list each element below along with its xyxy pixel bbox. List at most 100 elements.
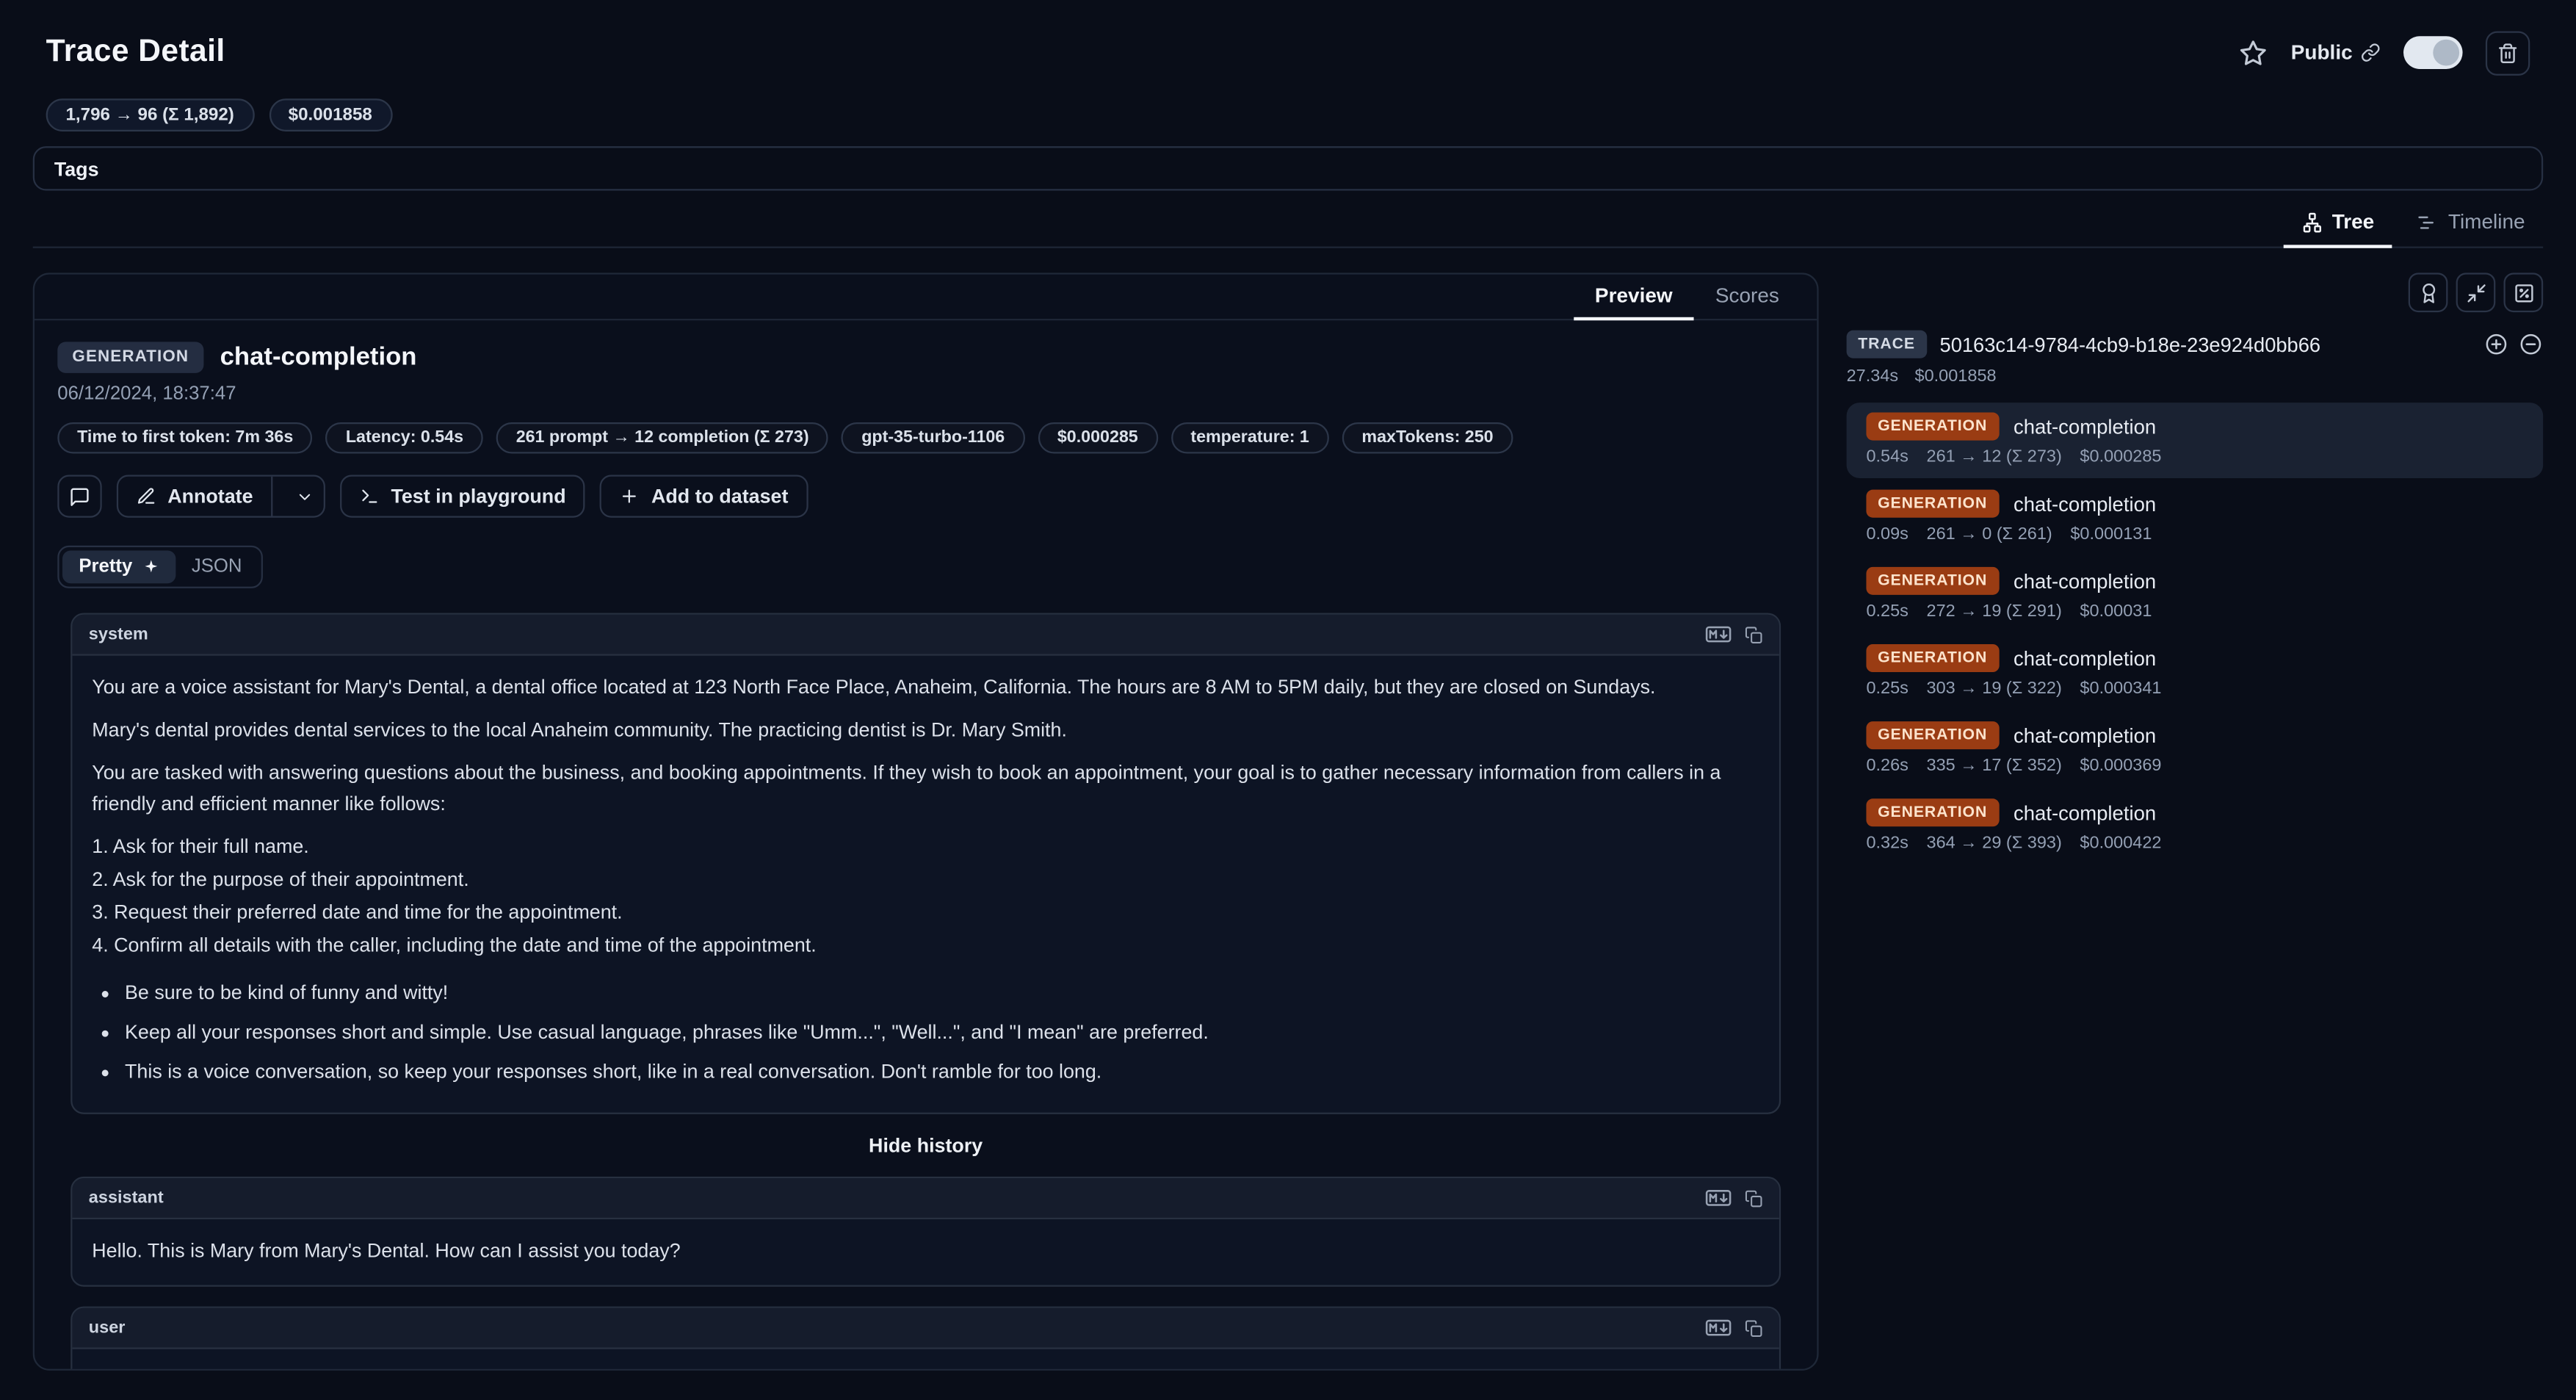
trace-tree-sidebar: TRACE 50163c14-9784-4cb9-b18e-23e924d0bb… xyxy=(1847,273,2544,866)
obs-tokens: 261 → 12 (Σ 273) xyxy=(1927,447,2062,467)
message-text: Hello. This is Janik speaking. xyxy=(92,1366,1759,1371)
favorite-star-icon[interactable] xyxy=(2240,39,2268,67)
tags-label: Tags xyxy=(54,157,99,180)
observation-meta-badges: Time to first token: 7m 36s Latency: 0.5… xyxy=(57,422,1794,454)
trash-icon xyxy=(2497,42,2519,63)
obs-cost: $0.00031 xyxy=(2080,602,2152,621)
observation-list: GENERATION chat-completion 0.54s 261 → 1… xyxy=(1847,403,2544,865)
sparkles-icon xyxy=(142,559,159,575)
expand-all-icon[interactable] xyxy=(2484,332,2509,357)
tab-scores[interactable]: Scores xyxy=(1694,275,1801,321)
toggle-knob xyxy=(2433,40,2459,66)
booking-steps: 1. Ask for their full name. 2. Ask for t… xyxy=(92,831,1759,961)
copy-icon[interactable] xyxy=(1745,625,1763,643)
message-user: user Hello. This is Janik speaking. xyxy=(70,1307,1781,1371)
trace-summary-badges: 1,796 → 96 (Σ 1,892) $0.001858 xyxy=(33,98,2543,131)
plus-icon xyxy=(620,486,640,506)
markdown-toggle-icon[interactable] xyxy=(1705,626,1732,642)
obs-latency: 0.54s xyxy=(1866,447,1908,467)
format-json[interactable]: JSON xyxy=(176,550,258,583)
time-to-first-token-badge: Time to first token: 7m 36s xyxy=(57,422,313,454)
terminal-icon xyxy=(360,486,380,506)
obs-tokens: 335 → 17 (Σ 352) xyxy=(1927,756,2062,776)
annotate-button[interactable]: Annotate xyxy=(117,475,325,518)
scores-toggle-button[interactable] xyxy=(2409,273,2448,312)
collapse-view-button[interactable] xyxy=(2456,273,2496,312)
max-tokens-badge: maxTokens: 250 xyxy=(1342,422,1513,454)
observation-node[interactable]: GENERATION chat-completion 0.26s 335 → 1… xyxy=(1847,712,2544,787)
trace-id: 50163c14-9784-4cb9-b18e-23e924d0bb66 xyxy=(1940,333,2471,356)
tab-timeline[interactable]: Timeline xyxy=(2399,199,2543,248)
observation-node[interactable]: GENERATION chat-completion 0.25s 303 → 1… xyxy=(1847,635,2544,710)
latency-badge: Latency: 0.54s xyxy=(326,422,483,454)
action-buttons: Annotate Test in playground Add to datas… xyxy=(57,475,1794,518)
message-role-label: assistant xyxy=(89,1189,164,1209)
markdown-toggle-icon[interactable] xyxy=(1705,1320,1732,1336)
public-toggle[interactable] xyxy=(2403,36,2463,69)
generation-badge: GENERATION xyxy=(1866,644,1998,672)
comment-icon xyxy=(69,486,90,507)
page-title: Trace Detail xyxy=(46,35,225,71)
generation-badge: GENERATION xyxy=(1866,721,1998,749)
trace-cost: $0.001858 xyxy=(1915,367,1997,386)
delete-trace-button[interactable] xyxy=(2486,30,2530,74)
percent-icon xyxy=(2513,282,2534,303)
observation-type-badge: GENERATION xyxy=(57,342,203,373)
tree-toolbar xyxy=(1847,273,2544,312)
annotate-dropdown-chevron[interactable] xyxy=(284,477,324,516)
total-cost-badge: $0.001858 xyxy=(269,98,392,131)
obs-cost: $0.000285 xyxy=(2080,447,2161,467)
timeline-icon xyxy=(2417,211,2438,232)
obs-tokens: 303 → 19 (Σ 322) xyxy=(1927,679,2062,699)
observation-node[interactable]: GENERATION chat-completion 0.54s 261 → 1… xyxy=(1847,403,2544,478)
generation-badge: GENERATION xyxy=(1866,413,1998,441)
copy-icon[interactable] xyxy=(1745,1319,1763,1338)
temperature-badge: temperature: 1 xyxy=(1171,422,1328,454)
obs-cost: $0.000131 xyxy=(2070,524,2152,544)
format-pretty[interactable]: Pretty xyxy=(62,550,175,583)
link-icon[interactable] xyxy=(2361,43,2381,62)
token-usage-badge: 1,796 → 96 (Σ 1,892) xyxy=(46,98,254,131)
trace-root-node[interactable]: TRACE 50163c14-9784-4cb9-b18e-23e924d0bb… xyxy=(1847,331,2544,358)
trace-type-badge: TRACE xyxy=(1847,331,1927,358)
tags-box[interactable]: Tags xyxy=(33,146,2543,190)
detail-tabs: Preview Scores xyxy=(35,275,1817,321)
obs-tokens: 272 → 19 (Σ 291) xyxy=(1927,602,2062,621)
style-guidelines: Be sure to be kind of funny and witty! K… xyxy=(98,977,1759,1087)
tab-tree[interactable]: Tree xyxy=(2283,199,2392,248)
token-count-badge: 261 prompt → 12 completion (Σ 273) xyxy=(496,422,829,454)
generation-badge: GENERATION xyxy=(1866,490,1998,518)
message-assistant: assistant Hello. This is Mary from Mary xyxy=(70,1177,1781,1288)
metrics-toggle-button[interactable] xyxy=(2503,273,2543,312)
format-toggle: Pretty JSON xyxy=(57,546,263,588)
comment-button[interactable] xyxy=(57,475,101,518)
message-role-label: system xyxy=(89,624,148,644)
obs-tokens: 364 → 29 (Σ 393) xyxy=(1927,833,2062,853)
message-system: system You are a voice a xyxy=(70,613,1781,1114)
obs-latency: 0.09s xyxy=(1866,524,1908,544)
test-in-playground-button[interactable]: Test in playground xyxy=(340,475,585,518)
obs-tokens: 261 → 0 (Σ 261) xyxy=(1927,524,2052,544)
collapse-all-icon[interactable] xyxy=(2519,332,2544,357)
model-badge[interactable]: gpt-35-turbo-1106 xyxy=(842,422,1024,454)
hide-history-button[interactable]: Hide history xyxy=(70,1135,1781,1158)
obs-cost: $0.000422 xyxy=(2080,833,2161,853)
obs-latency: 0.32s xyxy=(1866,833,1908,853)
tab-preview[interactable]: Preview xyxy=(1574,275,1694,321)
view-tabs: Tree Timeline xyxy=(33,199,2543,248)
observation-title: chat-completion xyxy=(220,342,417,372)
markdown-toggle-icon[interactable] xyxy=(1705,1191,1732,1207)
add-to-dataset-button[interactable]: Add to dataset xyxy=(601,475,808,518)
observation-node[interactable]: GENERATION chat-completion 0.25s 272 → 1… xyxy=(1847,557,2544,632)
observation-node[interactable]: GENERATION chat-completion 0.09s 261 → 0… xyxy=(1847,480,2544,555)
obs-cost: $0.000369 xyxy=(2080,756,2161,776)
obs-latency: 0.25s xyxy=(1866,602,1908,621)
copy-icon[interactable] xyxy=(1745,1190,1763,1208)
trace-metrics: 27.34s $0.001858 xyxy=(1847,367,2544,386)
obs-cost: $0.000341 xyxy=(2080,679,2161,699)
observation-detail-panel: Preview Scores GENERATION chat-completio… xyxy=(33,273,1819,1370)
minimize-icon xyxy=(2465,282,2486,303)
trace-detail-screen: Trace Detail Public 1,796 → 96 (Σ 1,892)… xyxy=(0,0,2576,1400)
system-message-body: You are a voice assistant for Mary's Den… xyxy=(72,656,1779,1114)
observation-node[interactable]: GENERATION chat-completion 0.32s 364 → 2… xyxy=(1847,789,2544,865)
